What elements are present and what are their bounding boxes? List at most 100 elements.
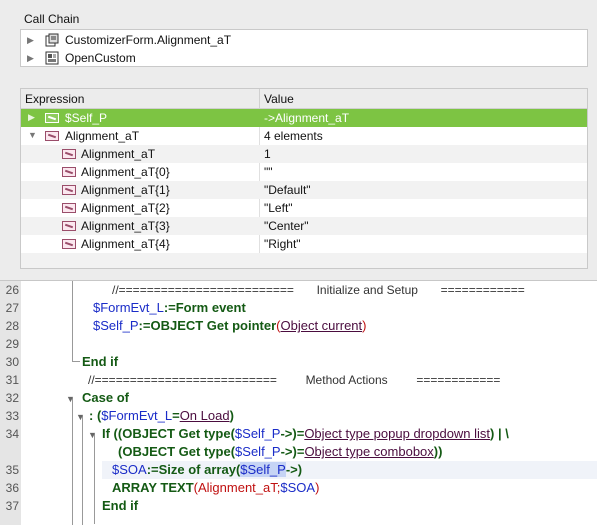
code-punct: ) bbox=[315, 480, 320, 495]
code-operator: := bbox=[138, 318, 151, 333]
code-array-name: Alignment_aT bbox=[197, 480, 277, 495]
code-operator: = bbox=[172, 408, 180, 423]
collapse-triangle-icon[interactable]: ▼ bbox=[76, 412, 85, 422]
line-number: 26 bbox=[5, 283, 19, 297]
code-line-33[interactable]: : ($FormEvt_L=On Load) bbox=[89, 407, 234, 425]
form-method-icon bbox=[45, 51, 59, 65]
line-number: 36 bbox=[5, 481, 19, 495]
expression-row[interactable]: Alignment_aT{0} "" bbox=[21, 163, 587, 181]
code-punct: ->) bbox=[285, 462, 303, 477]
method-icon bbox=[45, 33, 59, 47]
code-command: Form event bbox=[175, 300, 246, 315]
code-line-26[interactable]: //========================= Initialize a… bbox=[112, 281, 525, 299]
expression-name: Alignment_aT{4} bbox=[81, 237, 170, 251]
code-operator: := bbox=[146, 462, 159, 477]
expression-header: Expression Value bbox=[21, 89, 587, 109]
code-command: OBJECT Get type bbox=[122, 426, 231, 441]
code-variable: $Self_P bbox=[93, 318, 139, 333]
expression-value[interactable]: "Left" bbox=[264, 201, 293, 215]
collapse-triangle-icon[interactable]: ▼ bbox=[88, 430, 97, 440]
expression-value[interactable]: "Default" bbox=[264, 183, 311, 197]
code-command: Size of array bbox=[158, 462, 236, 477]
call-chain-item[interactable]: ▶ CustomizerForm.Alignment_aT bbox=[21, 31, 587, 49]
code-line-34[interactable]: If ((OBJECT Get type($Self_P->)=Object t… bbox=[102, 425, 509, 443]
code-operator: := bbox=[163, 300, 176, 315]
comment-rule: //========================== bbox=[88, 373, 277, 387]
pointer-icon bbox=[45, 113, 59, 123]
array-element-icon bbox=[62, 221, 76, 231]
code-punct: ) bbox=[229, 408, 234, 423]
line-number-gutter: 26 27 28 29 30 31 32 33 34 35 36 37 bbox=[0, 281, 21, 525]
comment-rule: //========================= bbox=[112, 283, 294, 297]
code-line-30[interactable]: End if bbox=[82, 353, 118, 371]
call-chain-label: OpenCustom bbox=[65, 51, 136, 65]
expression-name: Alignment_aT{3} bbox=[81, 219, 170, 233]
code-line-28[interactable]: $Self_P:=OBJECT Get pointer(Object curre… bbox=[93, 317, 367, 335]
code-command: OBJECT Get type bbox=[122, 444, 231, 459]
line-number: 35 bbox=[5, 463, 19, 477]
expression-value[interactable]: "Center" bbox=[264, 219, 309, 233]
expression-value[interactable]: "" bbox=[264, 165, 273, 179]
code-line-32[interactable]: Case of bbox=[82, 389, 129, 407]
code-constant: Object current bbox=[280, 318, 363, 333]
code-line-37[interactable]: End if bbox=[102, 497, 138, 515]
code-line-34-continuation[interactable]: (OBJECT Get type($Self_P->)=Object type … bbox=[118, 443, 442, 461]
disclosure-triangle-icon[interactable]: ▶ bbox=[28, 112, 35, 123]
code-variable: $Self_P bbox=[235, 444, 281, 459]
code-punct: )) bbox=[433, 444, 443, 459]
block-guide bbox=[94, 434, 95, 524]
expression-row[interactable]: Alignment_aT{3} "Center" bbox=[21, 217, 587, 235]
expression-name: Alignment_aT{1} bbox=[81, 183, 170, 197]
disclosure-triangle-expanded-icon[interactable]: ▼ bbox=[28, 130, 37, 140]
expression-value[interactable]: 4 elements bbox=[264, 129, 323, 143]
code-variable: $SOA bbox=[280, 480, 316, 495]
line-number: 31 bbox=[5, 373, 19, 387]
collapse-triangle-icon[interactable]: ▼ bbox=[66, 394, 75, 404]
call-chain-title: Call Chain bbox=[24, 12, 80, 26]
block-guide bbox=[72, 361, 80, 362]
array-element-icon bbox=[62, 203, 76, 213]
comment-rule: ============ bbox=[416, 373, 501, 387]
expression-value[interactable]: "Right" bbox=[264, 237, 301, 251]
line-number: 33 bbox=[5, 409, 19, 423]
comment-rule: ============ bbox=[440, 283, 525, 297]
expression-row-selected[interactable]: ▶ $Self_P ->Alignment_aT bbox=[21, 109, 587, 127]
code-operator: ->)= bbox=[280, 444, 305, 459]
code-line-35[interactable]: $SOA:=Size of array($Self_P->) bbox=[112, 461, 302, 479]
call-chain-item[interactable]: ▶ OpenCustom bbox=[21, 49, 587, 67]
disclosure-triangle-icon[interactable]: ▶ bbox=[27, 35, 37, 46]
line-number: 29 bbox=[5, 337, 19, 351]
call-chain-label: CustomizerForm.Alignment_aT bbox=[65, 33, 232, 47]
code-line-36[interactable]: ARRAY TEXT(Alignment_aT;$SOA) bbox=[112, 479, 319, 497]
value-column-header[interactable]: Value bbox=[264, 92, 294, 106]
code-variable-selected[interactable]: $Self_P bbox=[240, 462, 286, 477]
code-variable: $FormEvt_L bbox=[93, 300, 164, 315]
expression-row[interactable]: Alignment_aT 1 bbox=[21, 145, 587, 163]
expression-column-header[interactable]: Expression bbox=[25, 92, 84, 106]
code-line-27[interactable]: $FormEvt_L:=Form event bbox=[93, 299, 246, 317]
line-number: 32 bbox=[5, 391, 19, 405]
code-variable: $Self_P bbox=[234, 426, 281, 441]
array-element-icon bbox=[62, 149, 76, 159]
line-number: 27 bbox=[5, 301, 19, 315]
code-editor[interactable]: 26 27 28 29 30 31 32 33 34 35 36 37 //==… bbox=[0, 280, 597, 525]
code-punct: ) | \ bbox=[490, 426, 509, 441]
disclosure-triangle-icon[interactable]: ▶ bbox=[27, 53, 37, 64]
code-line-31[interactable]: //========================== Method Acti… bbox=[88, 371, 500, 389]
code-constant: Object type combobox bbox=[304, 444, 434, 459]
line-number bbox=[0, 443, 21, 461]
comment-text: Initialize and Setup bbox=[316, 283, 418, 297]
code-operator: ->)= bbox=[280, 426, 305, 441]
code-keyword: If (( bbox=[102, 426, 123, 441]
expression-value[interactable]: ->Alignment_aT bbox=[264, 111, 349, 125]
comment-text: Method Actions bbox=[305, 373, 388, 387]
expression-row[interactable]: Alignment_aT{4} "Right" bbox=[21, 235, 587, 253]
expression-value[interactable]: 1 bbox=[264, 147, 271, 161]
line-number: 30 bbox=[5, 355, 19, 369]
expression-row[interactable]: ▼ Alignment_aT 4 elements bbox=[21, 127, 587, 145]
line-number: 37 bbox=[5, 499, 19, 513]
expression-name: Alignment_aT{2} bbox=[81, 201, 170, 215]
expression-row[interactable]: Alignment_aT{2} "Left" bbox=[21, 199, 587, 217]
expression-row[interactable]: Alignment_aT{1} "Default" bbox=[21, 181, 587, 199]
array-icon bbox=[45, 131, 59, 141]
